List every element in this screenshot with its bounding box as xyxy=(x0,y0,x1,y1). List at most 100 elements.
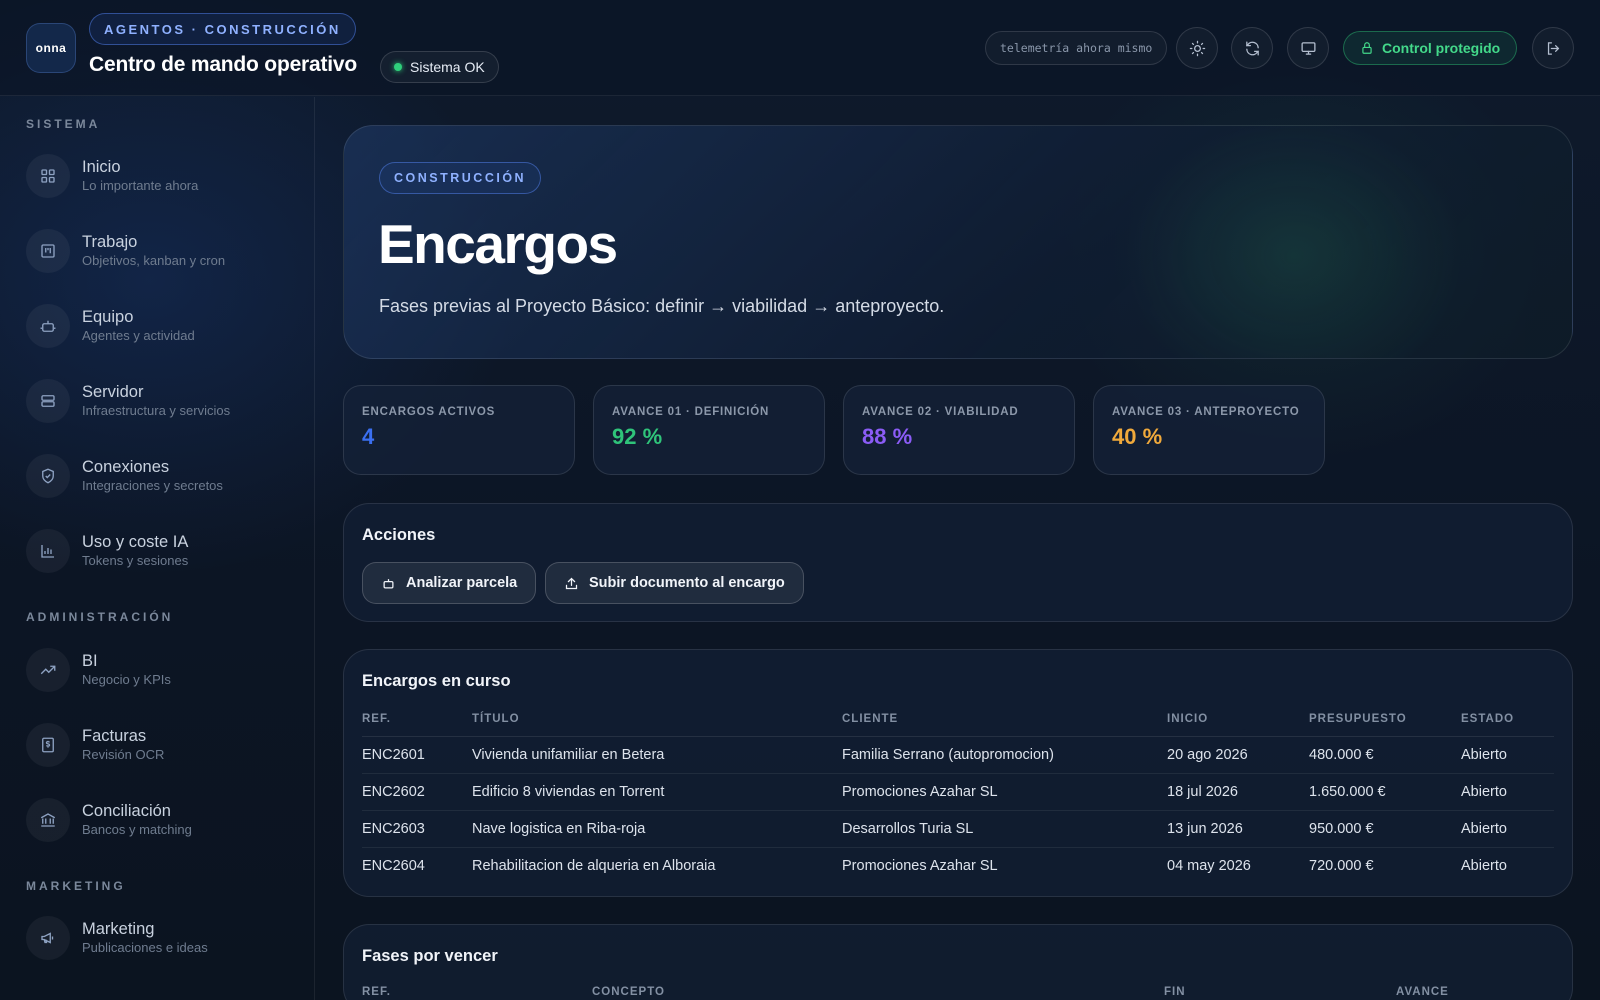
actions-title: Acciones xyxy=(362,526,436,544)
sidebar-item-inicio[interactable]: Inicio Lo importante ahora xyxy=(26,148,296,204)
kpi-value: 92 % xyxy=(612,424,663,449)
cell-client: Familia Serrano (autopromocion) xyxy=(842,736,1167,774)
monitor-icon xyxy=(1300,41,1316,55)
display-button[interactable] xyxy=(1287,27,1329,69)
sun-icon xyxy=(1189,40,1205,56)
sidebar-item-facturas[interactable]: Facturas Revisión OCR xyxy=(26,717,296,773)
encargos-table: REF. TÍTULO CLIENTE INICIO PRESUPUESTO E… xyxy=(362,702,1554,884)
sidebar-item-servidor[interactable]: Servidor Infraestructura y servicios xyxy=(26,373,296,429)
sidebar-item-title: Facturas xyxy=(82,727,147,745)
analyze-plot-label: Analizar parcela xyxy=(406,575,518,591)
kpi-card-encargos-activos: ENCARGOS ACTIVOS 4 xyxy=(343,385,575,475)
dashboard-grid-icon xyxy=(26,154,70,198)
column-header[interactable]: INICIO xyxy=(1167,702,1309,737)
sidebar: SISTEMA Inicio Lo importante ahora Trabaj… xyxy=(0,97,315,1000)
protected-control-button[interactable]: Control protegido xyxy=(1343,31,1518,65)
cell-title: Nave logistica en Riba-roja xyxy=(472,810,842,848)
kpi-card-avance-anteproyecto: AVANCE 03 · ANTEPROYECTO 40 % xyxy=(1093,385,1325,475)
encargos-title: Encargos en curso xyxy=(362,672,511,690)
system-status-badge: Sistema OK xyxy=(380,51,499,83)
cell-budget: 480.000 € xyxy=(1309,736,1461,774)
sidebar-item-title: Equipo xyxy=(82,308,134,326)
sidebar-item-bi[interactable]: BI Negocio y KPIs xyxy=(26,642,296,698)
status-text: Sistema OK xyxy=(410,59,485,75)
theme-toggle-button[interactable] xyxy=(1176,27,1218,69)
sidebar-item-equipo[interactable]: Equipo Agentes y actividad xyxy=(26,298,296,354)
fases-table: REF. CONCEPTO FIN AVANCE xyxy=(362,975,1554,1000)
app-title: Centro de mando operativo xyxy=(89,53,358,76)
refresh-button[interactable] xyxy=(1231,27,1273,69)
sidebar-item-subtitle: Objetivos, kanban y cron xyxy=(82,253,226,268)
column-header[interactable]: CONCEPTO xyxy=(592,975,1164,1000)
sidebar-item-title: Servidor xyxy=(82,383,144,401)
top-header: onna AGENTOS · CONSTRUCCIÓN Centro de ma… xyxy=(0,0,1600,96)
column-header[interactable]: AVANCE xyxy=(1396,975,1554,1000)
fases-panel: Fases por vencer REF. CONCEPTO FIN AVANC… xyxy=(343,924,1573,1000)
sidebar-section-label: MARKETING xyxy=(26,879,126,893)
sidebar-item-title: Uso y coste IA xyxy=(82,533,189,551)
column-header[interactable]: ESTADO xyxy=(1461,702,1554,737)
cell-start: 13 jun 2026 xyxy=(1167,810,1309,848)
refresh-icon xyxy=(1245,40,1259,56)
cell-ref: ENC2603 xyxy=(362,810,472,848)
sidebar-section-label: SISTEMA xyxy=(26,117,101,131)
analyze-plot-button[interactable]: Analizar parcela xyxy=(362,562,537,604)
cell-title: Rehabilitacion de alqueria en Alboraia xyxy=(472,857,716,874)
column-header[interactable]: REF. xyxy=(362,702,472,737)
status-dot-icon xyxy=(394,63,402,71)
sidebar-item-subtitle: Negocio y KPIs xyxy=(82,672,171,687)
logout-icon xyxy=(1547,41,1559,55)
bar-chart-icon xyxy=(26,529,70,573)
robot-icon xyxy=(383,578,394,588)
sidebar-item-subtitle: Publicaciones e ideas xyxy=(82,940,208,955)
kpi-value: 40 % xyxy=(1112,424,1163,449)
sidebar-item-subtitle: Infraestructura y servicios xyxy=(82,403,231,418)
column-header[interactable]: FIN xyxy=(1164,975,1396,1000)
logout-button[interactable] xyxy=(1532,27,1574,69)
sidebar-item-conciliacion[interactable]: Conciliación Bancos y matching xyxy=(26,792,296,848)
sidebar-item-marketing[interactable]: Marketing Publicaciones e ideas xyxy=(26,910,296,966)
table-row[interactable]: ENC2604 Rehabilitacion de alqueria en Al… xyxy=(362,847,1554,884)
cell-ref: ENC2604 xyxy=(362,857,425,874)
table-row[interactable]: ENC2603 Nave logistica en Riba-roja Desa… xyxy=(362,810,1554,848)
kpi-value: 88 % xyxy=(862,424,913,449)
column-header[interactable]: TÍTULO xyxy=(472,702,842,737)
kanban-icon xyxy=(26,229,70,273)
hero-tag-badge: CONSTRUCCIÓN xyxy=(379,162,542,194)
hero-panel: CONSTRUCCIÓN Encargos Fases previas al P… xyxy=(343,125,1573,359)
sidebar-item-title: BI xyxy=(82,652,98,670)
table-row[interactable]: ENC2601 Vivienda unifamiliar en Betera F… xyxy=(362,736,1554,774)
sidebar-item-subtitle: Bancos y matching xyxy=(82,822,192,837)
context-badge: AGENTOS · CONSTRUCCIÓN xyxy=(89,13,356,45)
table-row[interactable]: ENC2602 Edificio 8 viviendas en Torrent … xyxy=(362,773,1554,811)
fases-title: Fases por vencer xyxy=(362,947,498,965)
cell-status: Abierto xyxy=(1461,810,1554,848)
column-header[interactable]: CLIENTE xyxy=(842,702,1167,737)
invoice-dollar-icon xyxy=(26,723,70,767)
cell-client: Desarrollos Turia SL xyxy=(842,810,1167,848)
brand-logo[interactable]: onna xyxy=(26,23,76,73)
robot-icon xyxy=(26,304,70,348)
bank-icon xyxy=(26,798,70,842)
column-header[interactable]: PRESUPUESTO xyxy=(1309,702,1461,737)
trend-up-icon xyxy=(26,648,70,692)
sidebar-item-uso-coste-ia[interactable]: Uso y coste IA Tokens y sesiones xyxy=(26,523,296,579)
protected-control-label: Control protegido xyxy=(1382,40,1501,56)
sidebar-item-trabajo[interactable]: Trabajo Objetivos, kanban y cron xyxy=(26,223,296,279)
kpi-label: AVANCE 02 · VIABILIDAD xyxy=(862,406,1019,418)
upload-document-button[interactable]: Subir documento al encargo xyxy=(545,562,804,604)
column-header[interactable]: REF. xyxy=(362,975,592,1000)
cell-title: Edificio 8 viviendas en Torrent xyxy=(472,773,842,811)
sidebar-item-conexiones[interactable]: Conexiones Integraciones y secretos xyxy=(26,448,296,504)
sidebar-item-title: Trabajo xyxy=(82,233,138,251)
sidebar-item-title: Conciliación xyxy=(82,802,171,820)
cell-budget: 1.650.000 € xyxy=(1309,773,1461,811)
cell-title: Vivienda unifamiliar en Betera xyxy=(472,736,842,774)
sidebar-item-title: Marketing xyxy=(82,920,155,938)
cell-client: Promociones Azahar SL xyxy=(842,773,1167,811)
kpi-label: ENCARGOS ACTIVOS xyxy=(362,406,496,418)
cell-start: 20 ago 2026 xyxy=(1167,736,1309,774)
lock-icon xyxy=(1362,42,1372,54)
page-title: Encargos xyxy=(378,213,618,275)
kpi-label: AVANCE 03 · ANTEPROYECTO xyxy=(1112,406,1300,418)
